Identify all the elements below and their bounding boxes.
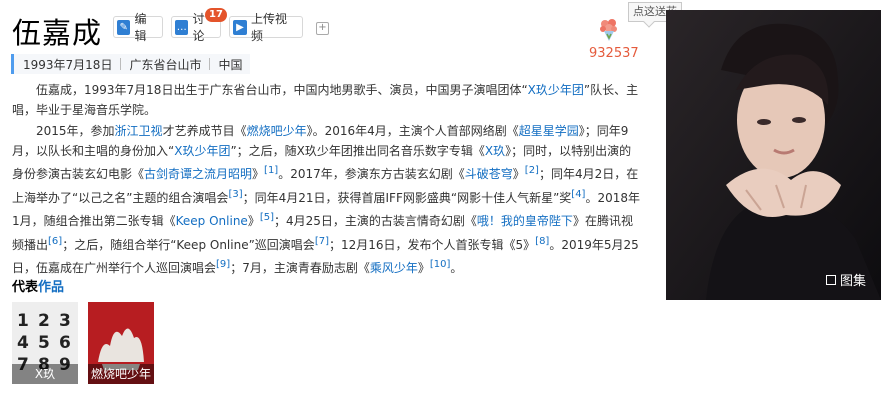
career-text: 》。2016年4月，主演个人首部网络剧《 bbox=[306, 124, 519, 138]
drama-link[interactable]: 超星星学园 bbox=[519, 124, 579, 138]
album-link[interactable]: Keep Online bbox=[176, 214, 248, 228]
svg-text:4: 4 bbox=[17, 333, 29, 353]
career-text: 》 bbox=[247, 214, 260, 228]
works-heading: 代表作品 bbox=[12, 276, 64, 295]
reference-link[interactable]: [5] bbox=[260, 212, 274, 223]
album-link[interactable]: X玖 bbox=[485, 144, 505, 158]
page-title: 伍嘉成 bbox=[12, 16, 103, 50]
career-text: 》 bbox=[252, 167, 265, 181]
divider bbox=[120, 58, 122, 70]
career-text: ；之后，随组合举行“Keep Online”巡回演唱会 bbox=[62, 237, 315, 252]
edit-icon: ✎ bbox=[117, 19, 131, 35]
work-caption: 燃烧吧少年 bbox=[88, 364, 154, 384]
profile-photo[interactable]: 图集 bbox=[666, 10, 881, 300]
portrait-illustration bbox=[666, 10, 881, 300]
group-link[interactable]: X玖少年团 bbox=[528, 83, 584, 97]
gallery-label: 图集 bbox=[840, 274, 867, 289]
drama-link[interactable]: 乘风少年 bbox=[370, 261, 418, 275]
country: 中国 bbox=[218, 57, 243, 72]
upload-video-button[interactable]: ▶ 上传视频 bbox=[229, 12, 303, 43]
intro-paragraph: 伍嘉成，1993年7月18日出生于广东省台山市，中国内地男歌手、演员，中国男子演… bbox=[12, 81, 640, 120]
edit-button[interactable]: ✎ 编辑 bbox=[113, 12, 163, 43]
works-heading-a: 代表 bbox=[12, 280, 39, 295]
svg-text:6: 6 bbox=[59, 333, 71, 353]
discuss-icon: … bbox=[175, 19, 189, 35]
reference-link[interactable]: [6] bbox=[48, 236, 62, 247]
discuss-count-badge: 17 bbox=[205, 8, 227, 22]
works-heading-b: 作品 bbox=[38, 280, 65, 295]
career-text: ；7月，主演青春励志剧《 bbox=[230, 261, 370, 275]
career-text: 》 bbox=[512, 167, 525, 181]
flower-count: 932537 bbox=[589, 46, 639, 61]
reference-link[interactable]: [3] bbox=[228, 189, 242, 200]
career-text: 2015年，参加 bbox=[36, 124, 115, 138]
career-text: 。2017年，参演东方古装玄幻剧《 bbox=[278, 167, 465, 181]
svg-text:5: 5 bbox=[38, 333, 50, 353]
work-card-show[interactable]: 燃烧吧少年 bbox=[88, 302, 154, 384]
drama-link[interactable]: 斗破苍穹 bbox=[465, 167, 513, 181]
reference-link[interactable]: [4] bbox=[571, 189, 585, 200]
upload-video-icon: ▶ bbox=[233, 19, 248, 35]
svg-text:1: 1 bbox=[17, 311, 29, 331]
reference-link[interactable]: [10] bbox=[430, 259, 451, 270]
upload-video-label: 上传视频 bbox=[251, 12, 288, 43]
zhejiang-tv-link[interactable]: 浙江卫视 bbox=[115, 124, 163, 138]
reference-link[interactable]: [8] bbox=[535, 236, 549, 247]
gallery-icon bbox=[826, 274, 836, 285]
gallery-button[interactable]: 图集 bbox=[826, 270, 866, 289]
reference-link[interactable]: [1] bbox=[264, 165, 278, 176]
svg-text:2: 2 bbox=[38, 311, 50, 331]
plus-icon[interactable]: + bbox=[316, 22, 329, 35]
career-text: ”；之后，随X玖少年团推出同名音乐数字专辑《 bbox=[230, 143, 485, 158]
svg-text:3: 3 bbox=[59, 311, 71, 331]
reference-link[interactable]: [9] bbox=[216, 259, 230, 270]
work-caption: X玖 bbox=[12, 364, 78, 384]
reference-link[interactable]: [2] bbox=[525, 165, 539, 176]
birthplace-link[interactable]: 广东省台山市 bbox=[129, 56, 201, 73]
birth-date: 1993年7月18日 bbox=[23, 57, 113, 72]
divider bbox=[209, 58, 211, 70]
career-text: ；12月16日，发布个人首张专辑《5》 bbox=[328, 237, 536, 252]
career-text: 才艺养成节目《 bbox=[162, 124, 247, 138]
career-text: 。 bbox=[450, 261, 463, 275]
group-link[interactable]: X玖少年团 bbox=[174, 144, 230, 158]
reference-link[interactable]: [7] bbox=[315, 236, 329, 247]
edit-label: 编辑 bbox=[134, 12, 147, 43]
work-card-x9[interactable]: 123 456 789 X玖 bbox=[12, 302, 78, 384]
career-paragraph: 2015年，参加浙江卫视才艺养成节目《燃烧吧少年》。2016年4月，主演个人首部… bbox=[12, 122, 640, 279]
movie-link[interactable]: 古剑奇谭之流月昭明 bbox=[144, 167, 252, 181]
show-link[interactable]: 燃烧吧少年 bbox=[247, 124, 307, 138]
drama-link[interactable]: 哦！我的皇帝陛下 bbox=[477, 214, 573, 228]
intro-text: 伍嘉成，1993年7月18日出生于广东省台山市，中国内地男歌手、演员，中国男子演… bbox=[36, 83, 528, 97]
career-text: ；同年4月21日，获得首届IFF网影盛典“网影十佳人气新星”奖 bbox=[242, 190, 572, 205]
basic-meta-bar: 1993年7月18日 广东省台山市 中国 bbox=[11, 54, 251, 74]
flower-icon[interactable] bbox=[596, 16, 622, 42]
career-text: ；4月25日，主演的古装言情奇幻剧《 bbox=[274, 214, 477, 228]
career-text: 》 bbox=[417, 261, 430, 275]
